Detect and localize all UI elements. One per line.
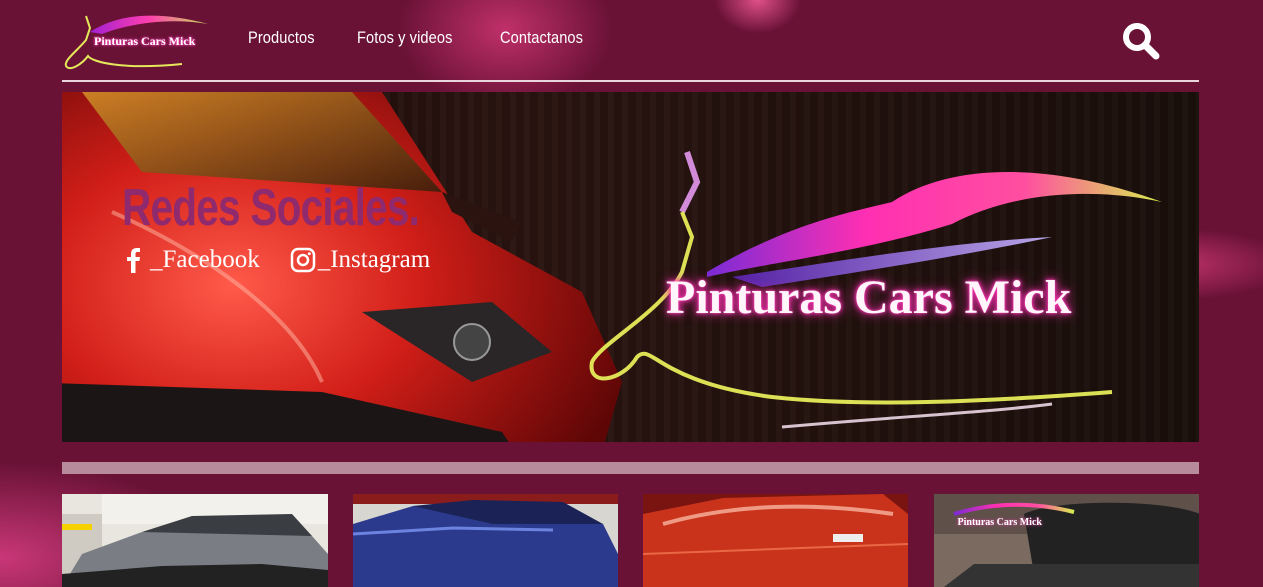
search-icon [1123, 23, 1160, 60]
facebook-label: _Facebook [150, 246, 260, 273]
social-links: _Facebook _Instagram [122, 246, 430, 274]
logo-text: Pinturas Cars Mick [94, 34, 196, 48]
instagram-icon [290, 247, 315, 273]
orange-car-image [643, 494, 908, 587]
nav-productos[interactable]: Productos [248, 28, 315, 48]
silver-suv-image [62, 494, 328, 587]
photo-gallery: Pinturas Cars Mick [62, 494, 1199, 587]
facebook-link[interactable]: _Facebook [122, 246, 260, 274]
hero-banner: Redes Sociales. _Facebook _Instagram Pin… [62, 92, 1199, 442]
social-title: Redes Sociales. [122, 179, 420, 237]
gallery-thumb-orange-car[interactable] [643, 494, 909, 587]
nav-contactanos[interactable]: Contactanos [500, 28, 583, 48]
gallery-thumb-black-seat[interactable]: Pinturas Cars Mick [933, 494, 1199, 587]
black-seat-image [933, 494, 1199, 587]
brand-text: Pinturas Cars Mick [666, 271, 1072, 324]
instagram-label: _Instagram [317, 246, 431, 273]
section-divider [62, 462, 1199, 474]
site-logo[interactable]: Pinturas Cars Mick [62, 10, 212, 70]
search-button[interactable] [1122, 22, 1162, 62]
instagram-link[interactable]: _Instagram [290, 246, 430, 274]
gallery-thumb-silver-suv[interactable] [62, 494, 328, 587]
site-header: Pinturas Cars Mick Productos Fotos y vid… [62, 0, 1199, 82]
main-nav: Productos Fotos y videos Contactanos [248, 28, 597, 48]
blue-car-image [352, 494, 618, 587]
facebook-icon [127, 248, 140, 273]
nav-fotos-y-videos[interactable]: Fotos y videos [357, 28, 452, 48]
gallery-watermark: Pinturas Cars Mick [957, 517, 1042, 528]
gallery-thumb-blue-car[interactable] [352, 494, 619, 587]
